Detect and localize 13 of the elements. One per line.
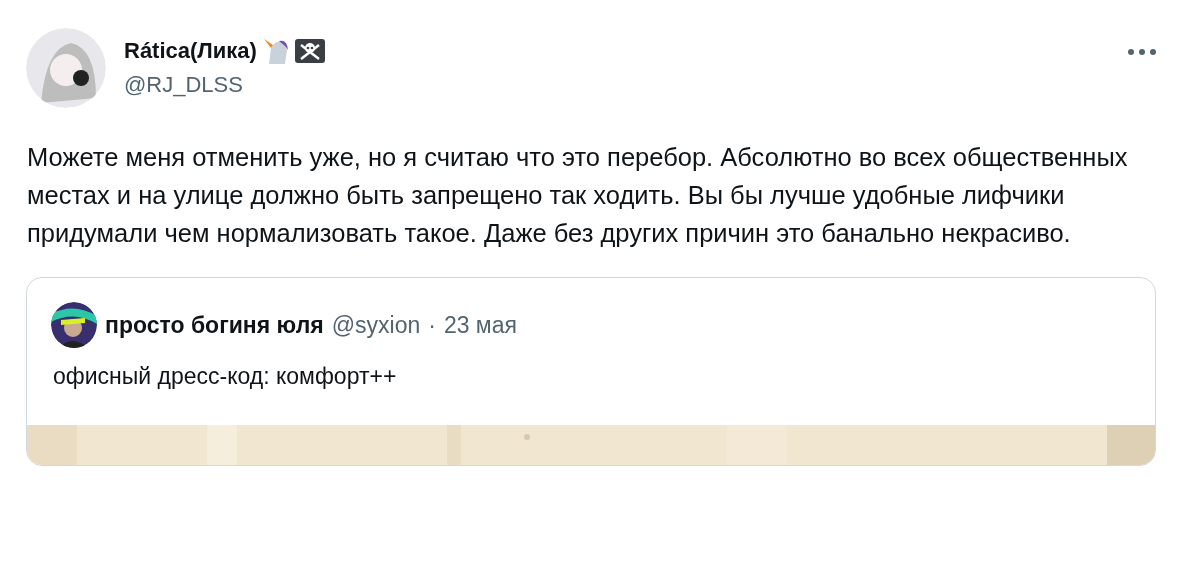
- quoted-tweet-text: офисный дресс-код: комфорт++: [52, 362, 398, 390]
- author-handle[interactable]: @RJ_DLSS: [124, 72, 243, 98]
- quoted-date[interactable]: 23 мая: [443, 311, 517, 339]
- more-options-icon[interactable]: [1127, 48, 1157, 56]
- quoted-tweet-card[interactable]: просто богиня юля @syxion · 23 мая офисный дресс-код: комфорт++: [26, 277, 1156, 466]
- avatar[interactable]: [51, 302, 97, 348]
- separator: ·: [428, 311, 436, 339]
- avatar[interactable]: [26, 28, 106, 108]
- tweet-text: Можете меня отменить уже, но я считаю что это перебор. Абсолютно во всех общественных местах и на улице должно быть запрещено так ходить. Вы бы лучше удобные лифчики придумали чем нормализовать такое. Даже без других причин это банально некрасиво.: [27, 142, 1129, 249]
- pirate-flag-icon: [294, 39, 325, 63]
- author-name[interactable]: Rática(Лика): [124, 38, 257, 64]
- quoted-author-handle[interactable]: @syxion: [331, 311, 421, 339]
- quoted-author-name[interactable]: просто богиня юля: [105, 311, 324, 339]
